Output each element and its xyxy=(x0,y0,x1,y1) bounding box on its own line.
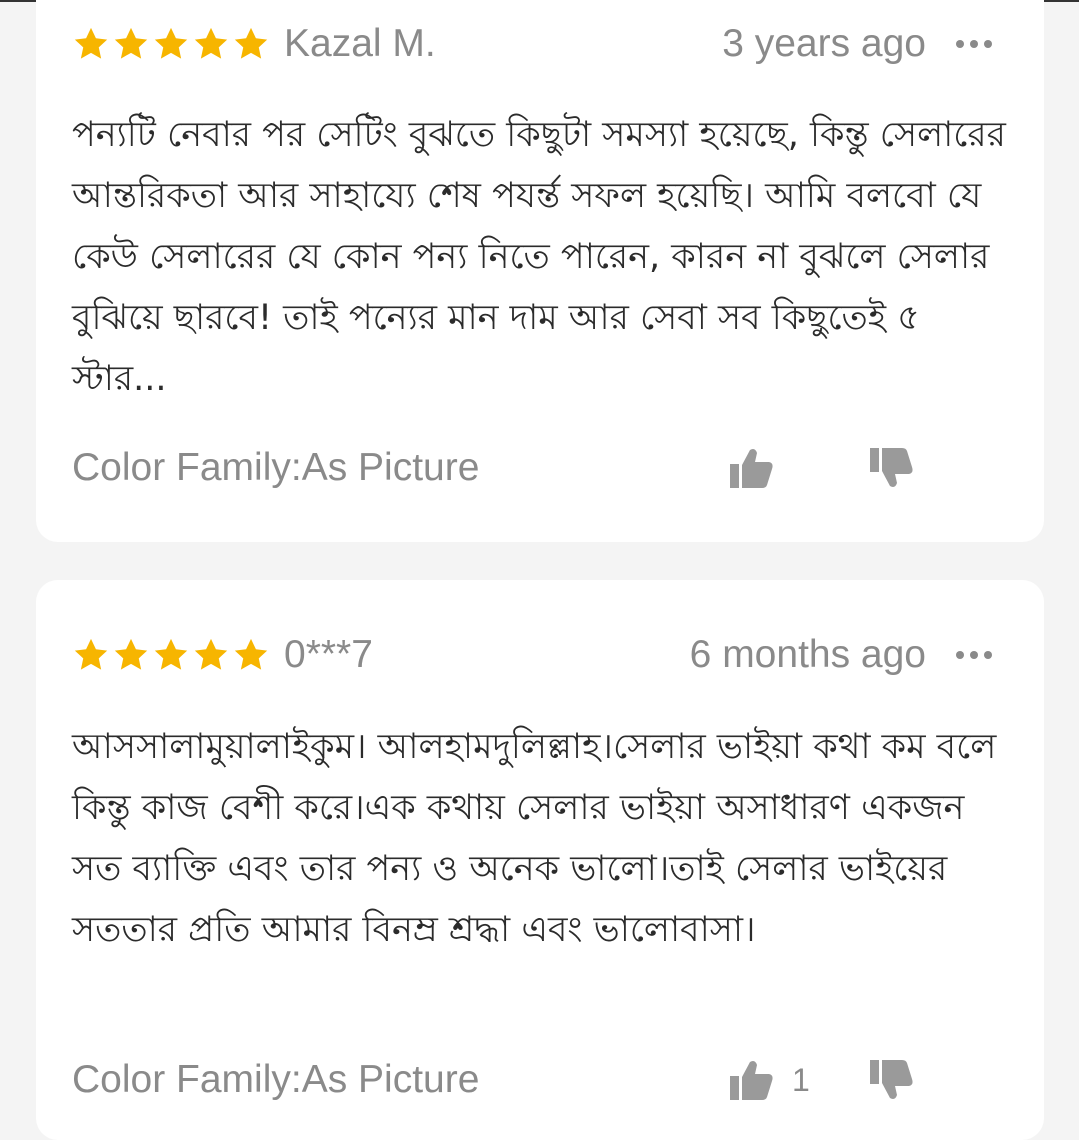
star-rating xyxy=(72,25,270,63)
star-icon xyxy=(74,27,108,59)
star-icon xyxy=(154,27,188,59)
star-icon xyxy=(114,638,148,670)
review-footer: Color Family:As Picture xyxy=(72,443,1008,493)
more-options-icon[interactable] xyxy=(956,40,992,48)
variant-info: Color Family:As Picture xyxy=(72,446,480,489)
reviewer-name: Kazal M. xyxy=(284,22,436,65)
review-footer: Color Family:As Picture 1 xyxy=(72,1055,1008,1105)
review-text: আসসালামুয়ালাইকুম। আলহামদুলিল্লাহ।সেলার … xyxy=(72,727,997,950)
thumbs-down-icon xyxy=(870,1060,913,1099)
star-icon xyxy=(194,27,228,59)
reviewer-name: 0***7 xyxy=(284,633,373,676)
star-icon xyxy=(74,638,108,670)
star-icon xyxy=(114,27,148,59)
review-card: 0***7 6 months ago আসসালামুয়ালাইকুম। আল… xyxy=(36,580,1044,1140)
review-card: Kazal M. 3 years ago পন্যটি নেবার পর সেট… xyxy=(36,0,1044,542)
thumbs-up-icon xyxy=(730,1061,773,1100)
more-options-icon[interactable] xyxy=(956,651,992,659)
review-time: 3 years ago xyxy=(722,22,926,65)
star-rating xyxy=(72,636,270,674)
variant-info: Color Family:As Picture xyxy=(72,1058,480,1101)
thumbs-down-icon xyxy=(870,448,913,487)
review-text: পন্যটি নেবার পর সেটিং বুঝতে কিছুটা সমস্য… xyxy=(72,115,1006,399)
star-icon xyxy=(234,27,268,59)
like-count: 1 xyxy=(792,1061,810,1098)
thumbs-up-icon xyxy=(730,449,773,488)
review-time: 6 months ago xyxy=(689,633,926,676)
review-header: Kazal M. 3 years ago xyxy=(72,19,1008,69)
star-icon xyxy=(234,638,268,670)
like-button[interactable]: 1 xyxy=(730,1059,810,1101)
like-button[interactable] xyxy=(730,447,792,489)
star-icon xyxy=(154,638,188,670)
dislike-button[interactable] xyxy=(870,447,914,489)
review-header: 0***7 6 months ago xyxy=(72,630,1008,680)
dislike-button[interactable] xyxy=(870,1059,914,1101)
star-icon xyxy=(194,638,228,670)
